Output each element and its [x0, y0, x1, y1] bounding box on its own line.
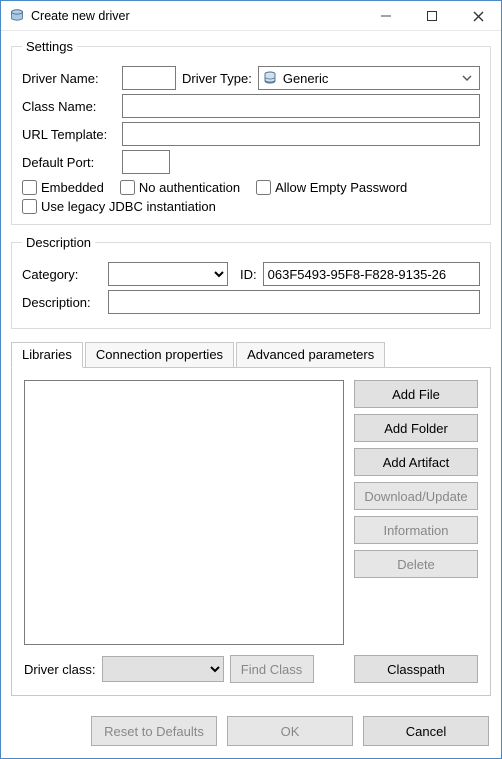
libraries-top: Add File Add Folder Add Artifact Downloa… [24, 380, 478, 645]
legacy-jdbc-checkbox-wrap[interactable]: Use legacy JDBC instantiation [22, 199, 480, 214]
driver-name-label: Driver Name: [22, 71, 116, 86]
class-name-input[interactable] [122, 94, 480, 118]
footer: Reset to Defaults OK Cancel [1, 706, 501, 758]
description-legend: Description [22, 235, 95, 250]
find-class-button: Find Class [230, 655, 314, 683]
legacy-jdbc-checkbox[interactable] [22, 199, 37, 214]
allow-empty-pw-label: Allow Empty Password [275, 180, 407, 195]
allow-empty-pw-checkbox-wrap[interactable]: Allow Empty Password [256, 180, 407, 195]
url-template-input[interactable] [122, 122, 480, 146]
window-controls [363, 1, 501, 30]
reset-to-defaults-button: Reset to Defaults [91, 716, 217, 746]
settings-legend: Settings [22, 39, 77, 54]
tab-libraries[interactable]: Libraries [11, 342, 83, 368]
dialog-body: Settings Driver Name: Driver Type: Gener [1, 31, 501, 706]
download-update-button: Download/Update [354, 482, 478, 510]
id-label: ID: [240, 267, 257, 282]
driver-class-label: Driver class: [24, 662, 96, 677]
titlebar: Create new driver [1, 1, 501, 31]
no-auth-checkbox-wrap[interactable]: No authentication [120, 180, 240, 195]
libraries-list[interactable] [24, 380, 344, 645]
driver-class-select[interactable] [102, 656, 224, 682]
row-category-id: Category: ID: [22, 262, 480, 286]
add-file-button[interactable]: Add File [354, 380, 478, 408]
information-button: Information [354, 516, 478, 544]
id-input[interactable] [263, 262, 480, 286]
no-auth-label: No authentication [139, 180, 240, 195]
row-url-template: URL Template: [22, 122, 480, 146]
minimize-icon [381, 11, 391, 21]
driver-type-label: Driver Type: [182, 71, 252, 86]
class-name-label: Class Name: [22, 99, 116, 114]
description-input[interactable] [108, 290, 480, 314]
add-folder-button[interactable]: Add Folder [354, 414, 478, 442]
driver-type-select[interactable]: Generic [258, 66, 480, 90]
default-port-label: Default Port: [22, 155, 116, 170]
embedded-checkbox[interactable] [22, 180, 37, 195]
app-icon [9, 8, 25, 24]
add-artifact-button[interactable]: Add Artifact [354, 448, 478, 476]
row-class-name: Class Name: [22, 94, 480, 118]
description-group: Description Category: ID: Description: [11, 235, 491, 329]
tabs: Libraries Connection properties Advanced… [11, 341, 491, 696]
cancel-button[interactable]: Cancel [363, 716, 489, 746]
classpath-button[interactable]: Classpath [354, 655, 478, 683]
settings-checkboxes: Embedded No authentication Allow Empty P… [22, 180, 480, 214]
row-description: Description: [22, 290, 480, 314]
description-label: Description: [22, 295, 102, 310]
maximize-button[interactable] [409, 1, 455, 31]
ok-button: OK [227, 716, 353, 746]
close-button[interactable] [455, 1, 501, 31]
chevron-down-icon [459, 73, 475, 83]
legacy-jdbc-label: Use legacy JDBC instantiation [41, 199, 216, 214]
embedded-label: Embedded [41, 180, 104, 195]
row-default-port: Default Port: [22, 150, 480, 174]
maximize-icon [427, 11, 437, 21]
category-label: Category: [22, 267, 102, 282]
default-port-input[interactable] [122, 150, 170, 174]
tabpanel-libraries: Add File Add Folder Add Artifact Downloa… [11, 367, 491, 696]
row-driver-name: Driver Name: Driver Type: Generic [22, 66, 480, 90]
tabstrip: Libraries Connection properties Advanced… [11, 342, 491, 368]
driver-name-input[interactable] [122, 66, 176, 90]
tab-advanced-parameters[interactable]: Advanced parameters [236, 342, 385, 368]
embedded-checkbox-wrap[interactable]: Embedded [22, 180, 104, 195]
tab-connection-properties[interactable]: Connection properties [85, 342, 234, 368]
close-icon [473, 11, 484, 22]
settings-group: Settings Driver Name: Driver Type: Gener [11, 39, 491, 225]
dialog-window: Create new driver Settings Driver Name: … [0, 0, 502, 759]
allow-empty-pw-checkbox[interactable] [256, 180, 271, 195]
driver-type-value: Generic [283, 71, 453, 86]
delete-button: Delete [354, 550, 478, 578]
url-template-label: URL Template: [22, 127, 116, 142]
minimize-button[interactable] [363, 1, 409, 31]
database-icon [263, 71, 277, 85]
category-select[interactable] [108, 262, 228, 286]
no-auth-checkbox[interactable] [120, 180, 135, 195]
libraries-bottom: Driver class: Find Class Classpath [24, 655, 478, 683]
libraries-side-buttons: Add File Add Folder Add Artifact Downloa… [354, 380, 478, 645]
window-title: Create new driver [31, 9, 363, 23]
